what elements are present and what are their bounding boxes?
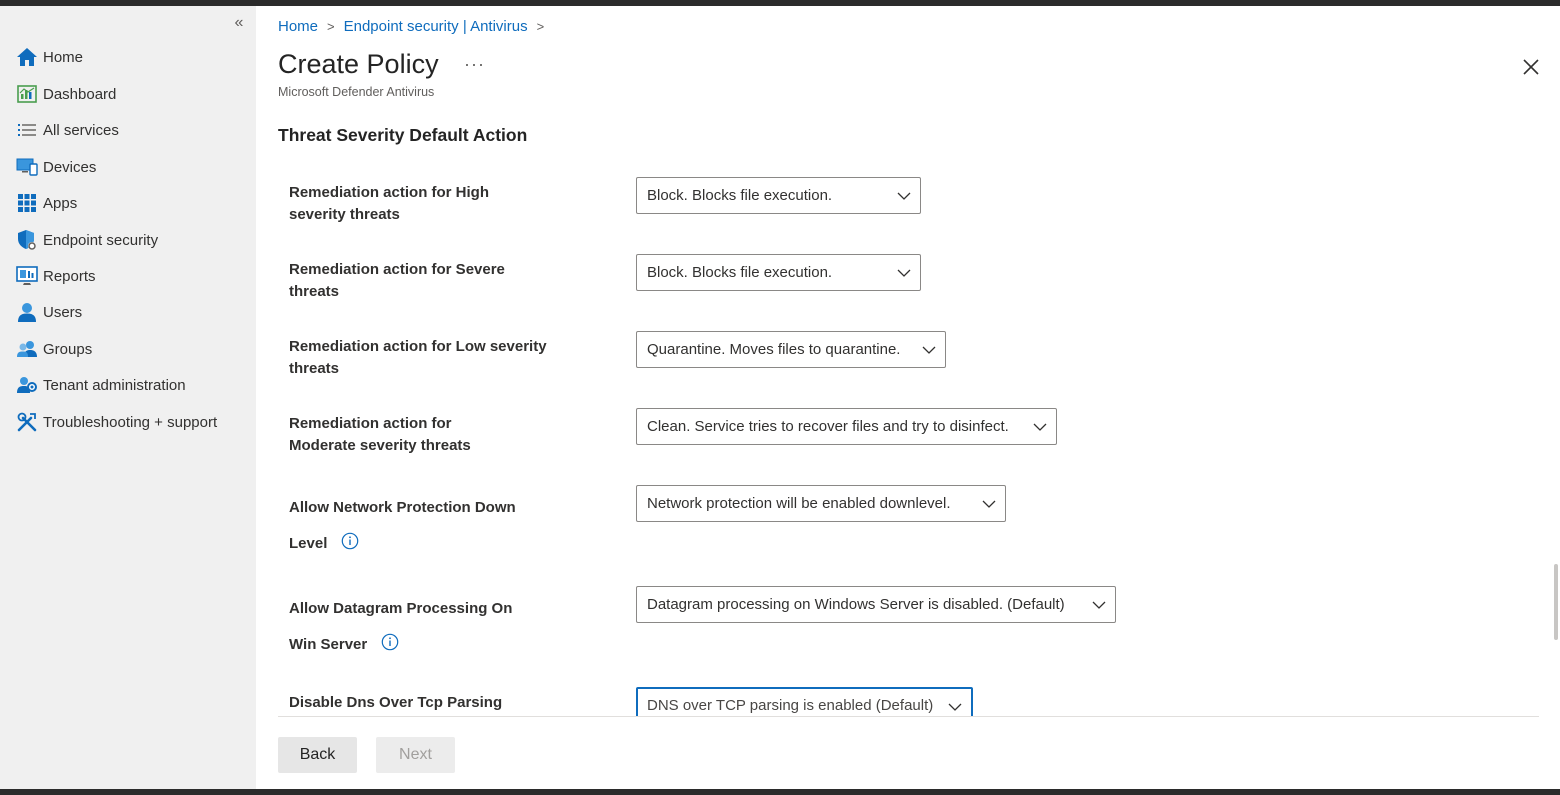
dropdown-value: Block. Blocks file execution.	[647, 187, 833, 204]
dropdown-datagram-processing[interactable]: Datagram processing on Windows Server is…	[636, 586, 1116, 623]
next-button[interactable]: Next	[376, 737, 455, 773]
info-icon[interactable]	[381, 633, 399, 651]
sidebar-item-troubleshooting[interactable]: Troubleshooting + support	[16, 408, 248, 436]
vertical-scrollbar[interactable]	[1552, 112, 1560, 716]
setting-label-moderate-severity: Remediation action for Moderate severity…	[289, 415, 471, 454]
sidebar-item-label: Apps	[43, 194, 78, 212]
setting-label-low-severity: Remediation action for Low severity thre…	[289, 338, 547, 377]
settings-scroll-area[interactable]: Threat Severity Default Action Remediati…	[256, 112, 1551, 716]
more-options-button[interactable]: ···	[464, 54, 485, 75]
sidebar-item-users[interactable]: Users	[16, 298, 248, 326]
devices-icon	[16, 156, 38, 178]
sidebar-item-label: Reports	[43, 267, 96, 285]
chevron-right-icon: >	[536, 19, 545, 34]
sidebar-item-dashboard[interactable]: Dashboard	[16, 80, 248, 108]
footer-divider	[278, 716, 1539, 717]
back-button[interactable]: Back	[278, 737, 357, 773]
setting-label-line: Allow Datagram Processing On	[289, 600, 513, 617]
setting-label-line: Level	[289, 535, 328, 552]
dropdown-value: DNS over TCP parsing is enabled (Default…	[647, 697, 934, 714]
tenant-admin-icon	[16, 374, 38, 396]
reports-icon	[16, 265, 38, 287]
chevron-down-icon	[982, 500, 996, 508]
breadcrumb-antivirus-link[interactable]: Endpoint security | Antivirus	[344, 18, 528, 35]
chevron-down-icon	[1092, 601, 1106, 609]
sidebar-item-label: Groups	[43, 340, 93, 358]
sidebar-item-label: Users	[43, 303, 83, 321]
sidebar-item-label: Endpoint security	[43, 231, 159, 249]
apps-icon	[16, 192, 38, 214]
breadcrumb-home-link[interactable]: Home	[278, 18, 318, 35]
setting-label-line: Win Server	[289, 636, 368, 653]
app-window: « Home Dashboard All services Devices Ap…	[0, 6, 1560, 789]
breadcrumb: Home > Endpoint security | Antivirus >	[278, 18, 553, 35]
info-icon[interactable]	[341, 532, 359, 550]
sidebar-item-all-services[interactable]: All services	[16, 116, 248, 144]
chevron-down-icon	[897, 192, 911, 200]
scrollbar-thumb[interactable]	[1554, 564, 1558, 640]
dropdown-high-severity[interactable]: Block. Blocks file execution.	[636, 177, 921, 214]
dropdown-value: Clean. Service tries to recover files an…	[647, 418, 1009, 435]
sidebar-item-label: Devices	[43, 158, 97, 176]
tools-icon	[16, 411, 38, 433]
dropdown-severe[interactable]: Block. Blocks file execution.	[636, 254, 921, 291]
sidebar-item-label: Tenant administration	[43, 376, 186, 394]
setting-label-high-severity: Remediation action for High severity thr…	[289, 184, 490, 223]
sidebar-item-label: Home	[43, 48, 84, 66]
chevron-down-icon	[922, 346, 936, 354]
dropdown-value: Quarantine. Moves files to quarantine.	[647, 341, 901, 358]
sidebar-item-groups[interactable]: Groups	[16, 335, 248, 363]
home-icon	[16, 46, 38, 68]
sidebar-item-endpoint-security[interactable]: Endpoint security	[16, 226, 248, 254]
page-subtitle: Microsoft Defender Antivirus	[278, 85, 435, 99]
dropdown-value: Network protection will be enabled downl…	[647, 495, 951, 512]
dropdown-value: Block. Blocks file execution.	[647, 264, 833, 281]
dashboard-icon	[16, 83, 38, 105]
close-icon	[1523, 59, 1539, 75]
setting-label-line: Allow Network Protection Down	[289, 499, 516, 516]
sidebar-item-label: Troubleshooting + support	[43, 413, 218, 431]
chevron-down-icon	[1033, 423, 1047, 431]
sidebar-item-label: All services	[43, 121, 119, 139]
dropdown-network-protection[interactable]: Network protection will be enabled downl…	[636, 485, 1006, 522]
setting-label-dns-over-tcp: Disable Dns Over Tcp Parsing	[289, 694, 503, 711]
sidebar-item-label: Dashboard	[43, 85, 117, 103]
groups-icon	[16, 338, 38, 360]
setting-label-datagram-processing: Allow Datagram Processing On Win Server	[289, 591, 549, 663]
setting-label-severe: Remediation action for Severe threats	[289, 261, 505, 300]
sidebar: « Home Dashboard All services Devices Ap…	[0, 6, 256, 789]
sidebar-item-tenant-administration[interactable]: Tenant administration	[16, 371, 248, 399]
sidebar-item-devices[interactable]: Devices	[16, 153, 248, 181]
collapse-sidebar-button[interactable]: «	[229, 14, 249, 32]
section-heading: Threat Severity Default Action	[278, 125, 528, 145]
list-icon	[16, 119, 38, 141]
page-title: Create Policy	[278, 49, 439, 79]
dropdown-value: Datagram processing on Windows Server is…	[647, 596, 1065, 613]
chevron-right-icon: >	[327, 19, 335, 34]
chevron-down-icon	[948, 703, 962, 711]
dropdown-dns-over-tcp[interactable]: DNS over TCP parsing is enabled (Default…	[636, 687, 973, 716]
dropdown-low-severity[interactable]: Quarantine. Moves files to quarantine.	[636, 331, 946, 368]
dropdown-moderate-severity[interactable]: Clean. Service tries to recover files an…	[636, 408, 1057, 445]
main-content: Home > Endpoint security | Antivirus > C…	[256, 6, 1560, 789]
close-button[interactable]	[1520, 56, 1542, 78]
setting-label-network-protection: Allow Network Protection Down Level	[289, 490, 549, 562]
sidebar-item-apps[interactable]: Apps	[16, 189, 248, 217]
chevron-down-icon	[897, 269, 911, 277]
sidebar-item-home[interactable]: Home	[16, 43, 248, 71]
shield-icon	[16, 229, 38, 251]
user-icon	[16, 301, 38, 323]
sidebar-item-reports[interactable]: Reports	[16, 262, 248, 290]
